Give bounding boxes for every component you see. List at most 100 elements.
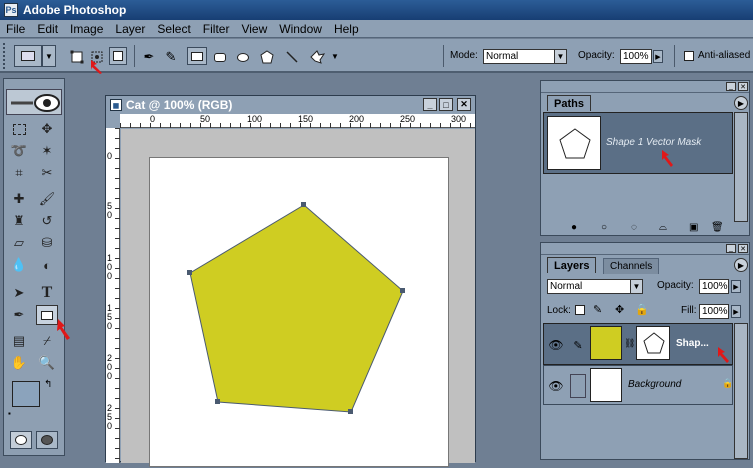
eraser-tool-icon[interactable]: ▱ xyxy=(8,233,30,253)
maximize-button[interactable]: □ xyxy=(439,98,453,111)
menu-view[interactable]: View xyxy=(241,22,267,36)
lasso-tool-icon[interactable]: ➰ xyxy=(8,141,30,161)
fill-pixels-mode-button[interactable] xyxy=(109,47,127,65)
preset-dropdown-arrow[interactable]: ▼ xyxy=(42,45,56,67)
tool-preset-picker[interactable] xyxy=(14,45,42,67)
clone-stamp-icon[interactable]: ♜ xyxy=(8,211,30,231)
hand-tool-icon[interactable]: ✋ xyxy=(8,353,30,373)
layer-fill-thumbnail[interactable] xyxy=(590,326,622,360)
layer-row-background[interactable]: 👁 Background 🔒 xyxy=(543,365,733,405)
panel-minimize-icon[interactable]: _ xyxy=(726,82,736,91)
pen-tool-icon[interactable]: ✒ xyxy=(8,305,30,325)
swap-colors-icon[interactable]: ↰ xyxy=(44,379,52,390)
toolbox-logo[interactable] xyxy=(6,89,62,115)
history-brush-icon[interactable]: ↺ xyxy=(36,211,58,231)
menu-image[interactable]: Image xyxy=(70,22,103,36)
eye-icon[interactable]: 👁 xyxy=(546,328,566,362)
anchor-point[interactable] xyxy=(301,202,306,207)
paths-panel-header[interactable]: _ ✕ xyxy=(541,81,749,93)
menu-file[interactable]: File xyxy=(6,22,25,36)
mode-select[interactable]: Normal ▼ xyxy=(483,49,567,64)
type-tool-icon[interactable]: T xyxy=(36,283,58,303)
healing-brush-icon[interactable]: ✚ xyxy=(8,189,30,209)
anchor-point[interactable] xyxy=(215,399,220,404)
minimize-button[interactable]: _ xyxy=(423,98,437,111)
layer-opacity-arrow[interactable]: ▶ xyxy=(731,280,741,293)
rectangle-shape-option[interactable] xyxy=(187,47,207,65)
options-grip[interactable] xyxy=(3,43,9,69)
load-selection-icon[interactable]: ◌ xyxy=(631,222,637,233)
panel-close-icon[interactable]: ✕ xyxy=(738,82,748,91)
canvas-area[interactable] xyxy=(121,129,475,467)
eye-icon[interactable]: 👁 xyxy=(546,370,566,402)
panel-minimize-icon[interactable]: _ xyxy=(726,244,736,253)
chain-link-icon[interactable]: ⛓ xyxy=(624,338,635,349)
lock-transparency-icon[interactable] xyxy=(575,305,585,315)
line-option[interactable] xyxy=(283,48,301,66)
menu-window[interactable]: Window xyxy=(279,22,322,36)
delete-path-icon[interactable]: 🗑 xyxy=(711,222,724,233)
tab-paths[interactable]: Paths xyxy=(547,95,591,111)
path-selection-icon[interactable]: ➤ xyxy=(8,283,30,303)
layer-opacity-input[interactable]: 100% xyxy=(699,279,729,294)
fill-input[interactable]: 100% xyxy=(699,304,729,319)
anchor-point[interactable] xyxy=(348,409,353,414)
layers-scrollbar[interactable] xyxy=(734,323,748,459)
link-slot-icon[interactable] xyxy=(570,374,586,398)
anchor-point[interactable] xyxy=(187,270,192,275)
notes-tool-icon[interactable]: ▤ xyxy=(8,331,30,351)
document-title-bar[interactable]: ◼ Cat @ 100% (RGB) _ □ ✕ xyxy=(106,96,475,114)
panel-close-icon[interactable]: ✕ xyxy=(738,244,748,253)
paint-bucket-icon[interactable]: ⛁ xyxy=(36,233,58,253)
standard-mode-button[interactable] xyxy=(10,431,32,449)
menu-edit[interactable]: Edit xyxy=(37,22,58,36)
stroke-path-icon[interactable]: ○ xyxy=(601,222,607,233)
menu-help[interactable]: Help xyxy=(334,22,359,36)
paths-scrollbar[interactable] xyxy=(734,112,748,222)
opacity-input[interactable]: 100% xyxy=(620,49,652,64)
ellipse-option[interactable] xyxy=(234,48,252,66)
menu-select[interactable]: Select xyxy=(157,22,190,36)
anti-aliased-checkbox[interactable] xyxy=(684,51,694,61)
close-button[interactable]: ✕ xyxy=(457,98,471,111)
polygon-option[interactable] xyxy=(258,48,276,66)
quick-mask-mode-button[interactable] xyxy=(36,431,58,449)
panel-menu-arrow-icon[interactable]: ▶ xyxy=(734,258,748,272)
lock-all-icon[interactable]: 🔒 xyxy=(635,303,649,316)
tab-layers[interactable]: Layers xyxy=(547,257,597,273)
slice-tool-icon[interactable]: ✂ xyxy=(36,163,58,183)
freeform-pen-option-icon[interactable]: ✎ xyxy=(162,48,180,66)
pen-tool-option-icon[interactable]: ✒ xyxy=(140,48,158,66)
magic-wand-icon[interactable]: ✶ xyxy=(36,141,58,161)
custom-shape-option[interactable] xyxy=(306,48,328,66)
rounded-rectangle-option[interactable] xyxy=(211,48,229,66)
blur-tool-icon[interactable]: 💧 xyxy=(8,255,30,275)
vector-mask-thumbnail[interactable] xyxy=(636,326,670,360)
opacity-arrow-button[interactable]: ▶ xyxy=(653,50,663,63)
panel-menu-arrow-icon[interactable]: ▶ xyxy=(734,96,748,110)
make-work-path-icon[interactable]: ⌓ xyxy=(659,222,667,233)
lock-pixels-icon[interactable]: ✎ xyxy=(593,303,602,316)
marquee-tool-icon[interactable] xyxy=(8,119,30,139)
fill-path-icon[interactable]: ● xyxy=(571,222,577,233)
anchor-point[interactable] xyxy=(400,288,405,293)
brush-tool-icon[interactable]: 🖌 xyxy=(36,189,58,209)
custom-shape-dropdown-icon[interactable]: ▼ xyxy=(330,49,340,63)
canvas-document[interactable] xyxy=(149,157,449,467)
crop-tool-icon[interactable]: ⌗ xyxy=(8,163,30,183)
fill-arrow[interactable]: ▶ xyxy=(731,305,741,318)
layers-panel-header[interactable]: _ ✕ xyxy=(541,243,749,255)
dodge-tool-icon[interactable]: ◐ xyxy=(36,255,58,275)
layer-row-shape[interactable]: 👁 ✎ ⛓ Shap... xyxy=(543,323,733,365)
tab-channels[interactable]: Channels xyxy=(603,258,660,274)
move-tool-icon[interactable]: ✥ xyxy=(36,119,58,139)
default-colors-icon[interactable]: ▪ xyxy=(8,409,11,418)
blend-mode-select[interactable]: Normal ▼ xyxy=(547,279,643,294)
menu-layer[interactable]: Layer xyxy=(115,22,145,36)
lock-position-icon[interactable]: ✥ xyxy=(615,303,624,316)
menu-filter[interactable]: Filter xyxy=(203,22,230,36)
new-path-icon[interactable]: ▣ xyxy=(689,222,698,233)
path-item-selected[interactable]: Shape 1 Vector Mask xyxy=(543,112,733,174)
foreground-color-swatch[interactable] xyxy=(12,381,40,407)
shape-layers-mode-icon[interactable] xyxy=(69,49,85,65)
